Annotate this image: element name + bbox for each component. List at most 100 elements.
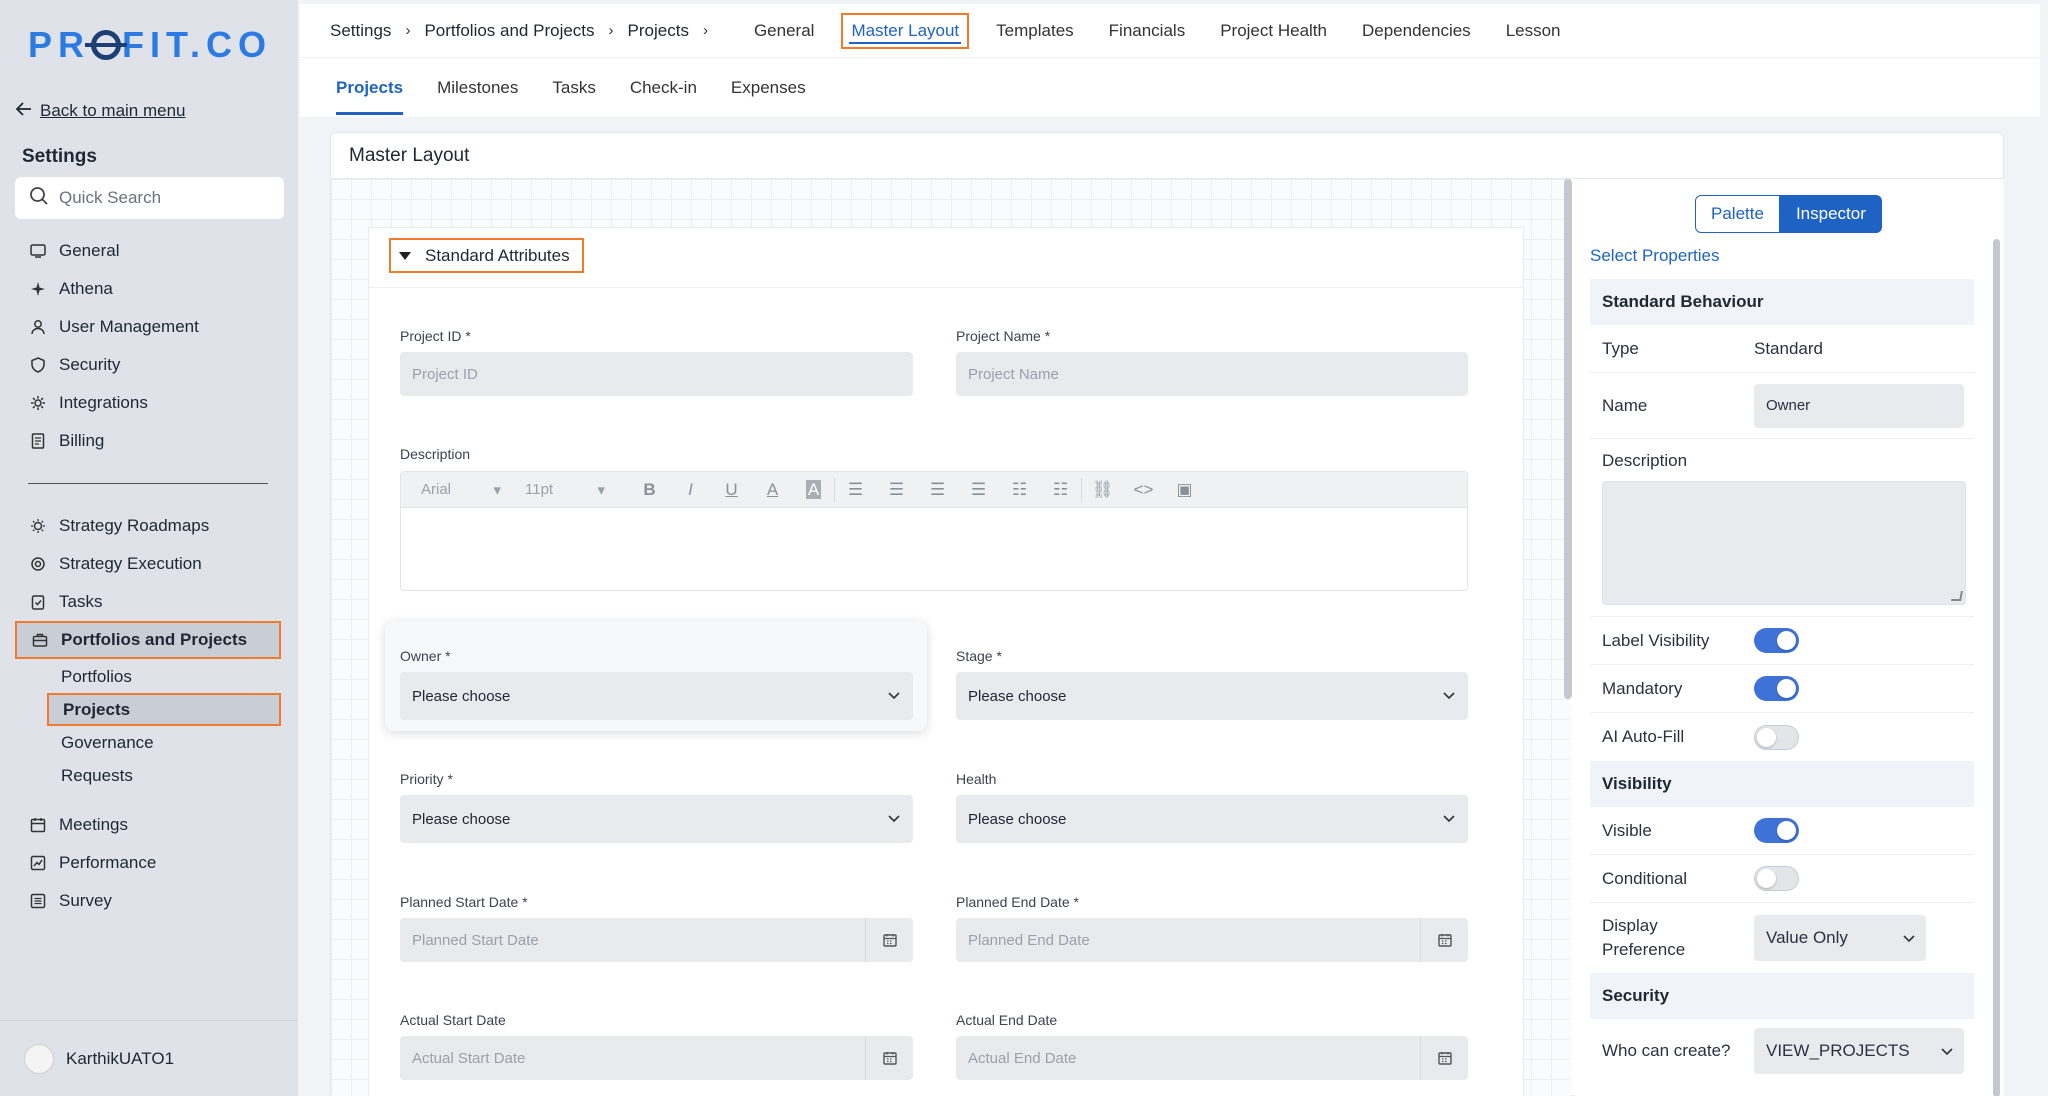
display-preference-value: Value Only	[1766, 928, 1848, 947]
calendar-icon[interactable]	[865, 1036, 913, 1080]
subtab-check-in[interactable]: Check-in	[630, 70, 697, 106]
planned-start-placeholder: Planned Start Date	[412, 931, 539, 949]
property-list: Standard Behaviour Type Standard Name Ow…	[1590, 279, 1974, 1083]
priority-select[interactable]: Please choose	[400, 795, 913, 843]
italic-icon[interactable]: I	[670, 480, 711, 500]
tab-master-layout[interactable]: Master Layout	[841, 12, 970, 49]
align-center-icon[interactable]: ☰	[876, 480, 917, 500]
calendar-icon[interactable]	[1420, 1036, 1468, 1080]
ai-autofill-toggle[interactable]	[1754, 724, 1799, 750]
nav-integrations[interactable]: Integrations	[15, 384, 281, 422]
align-right-icon[interactable]: ☰	[917, 480, 958, 500]
ai-autofill-row: AI Auto-Fill	[1590, 713, 1974, 761]
nav-strategy-roadmaps[interactable]: Strategy Roadmaps	[15, 507, 281, 545]
subnav-portfolios[interactable]: Portfolios	[47, 660, 281, 693]
subnav-governance[interactable]: Governance	[47, 726, 281, 759]
subtab-projects[interactable]: Projects	[336, 70, 404, 115]
name-input[interactable]: Owner	[1754, 383, 1964, 428]
conditional-row: Conditional	[1590, 855, 1974, 903]
nav-performance[interactable]: Performance	[15, 844, 281, 882]
description-textarea[interactable]	[1602, 480, 1966, 605]
ai-autofill-label: AI Auto-Fill	[1602, 727, 1685, 746]
tab-project-health[interactable]: Project Health	[1212, 15, 1335, 47]
nav-strategy-execution[interactable]: Strategy Execution	[15, 545, 281, 583]
actual-end-field[interactable]: Actual End Date	[956, 1036, 1468, 1080]
actual-start-field[interactable]: Actual Start Date	[400, 1036, 913, 1080]
stage-select[interactable]: Please choose	[956, 672, 1468, 720]
conditional-toggle[interactable]	[1754, 866, 1799, 891]
owner-label: Owner *	[400, 648, 451, 664]
breadcrumb: Settings › Portfolios and Projects › Pro…	[300, 21, 708, 41]
subtab-tasks[interactable]: Tasks	[552, 70, 595, 106]
breadcrumb-projects[interactable]: Projects	[628, 21, 689, 41]
mandatory-toggle[interactable]	[1754, 676, 1799, 701]
bullet-list-icon[interactable]: ☷	[999, 480, 1040, 500]
calendar-icon[interactable]	[865, 918, 913, 962]
text-color-icon[interactable]: A	[752, 480, 793, 500]
inspector-scrollbar[interactable]	[1993, 239, 2000, 1096]
label-visibility-row: Label Visibility	[1590, 617, 1974, 665]
calendar-icon[interactable]	[1420, 918, 1468, 962]
description-label: Description	[400, 446, 471, 462]
palette-button[interactable]: Palette	[1695, 195, 1780, 233]
tab-templates[interactable]: Templates	[988, 15, 1081, 47]
nav-survey[interactable]: Survey	[15, 882, 281, 920]
quick-search-input[interactable]: Quick Search	[15, 177, 284, 219]
subnav-projects[interactable]: Projects	[47, 693, 281, 726]
nav-athena[interactable]: Athena	[15, 270, 281, 308]
underline-icon[interactable]: U	[711, 480, 752, 500]
highlight-color-icon[interactable]: A	[793, 479, 834, 500]
subnav-requests[interactable]: Requests	[47, 759, 281, 792]
project-id-field[interactable]: Project ID	[400, 352, 913, 396]
numbered-list-icon[interactable]: ☷	[1040, 480, 1081, 500]
owner-select[interactable]: Please choose	[400, 672, 913, 720]
description-row: Description	[1590, 439, 1974, 617]
nav-tasks[interactable]: Tasks	[15, 583, 281, 621]
visible-toggle[interactable]	[1754, 818, 1799, 843]
user-profile[interactable]: KarthikUATO1	[0, 1020, 298, 1096]
breadcrumb-portfolios-and-projects[interactable]: Portfolios and Projects	[424, 21, 594, 41]
tab-dependencies[interactable]: Dependencies	[1354, 15, 1479, 47]
nav-label: Portfolios and Projects	[61, 630, 248, 649]
nav-meetings[interactable]: Meetings	[15, 806, 281, 844]
health-select[interactable]: Please choose	[956, 795, 1468, 843]
nav-label: Billing	[59, 431, 105, 450]
who-can-create-select[interactable]: VIEW_PROJECTS	[1754, 1028, 1964, 1074]
nav-portfolios-and-projects[interactable]: Portfolios and Projects	[15, 621, 281, 659]
subtab-milestones[interactable]: Milestones	[437, 70, 518, 106]
align-justify-icon[interactable]: ☰	[958, 480, 999, 500]
standard-attributes-toggle[interactable]: Standard Attributes	[389, 238, 584, 273]
font-family-select[interactable]: Arial ▾	[421, 481, 501, 499]
inspector-button[interactable]: Inspector	[1779, 195, 1882, 233]
bold-icon[interactable]: B	[629, 480, 670, 500]
planned-end-field[interactable]: Planned End Date	[956, 918, 1468, 962]
profitco-logo[interactable]: PR FIT.CO	[28, 24, 272, 66]
nav-security[interactable]: Security	[15, 346, 281, 384]
back-to-main-menu-link[interactable]: Back to main menu	[15, 101, 186, 121]
label-visibility-toggle[interactable]	[1754, 628, 1799, 653]
display-preference-label-line2: Preference	[1602, 940, 1686, 959]
stage-select-value: Please choose	[968, 687, 1067, 705]
actual-start-label: Actual Start Date	[400, 1012, 506, 1028]
tab-lesson[interactable]: Lesson	[1498, 15, 1569, 47]
image-icon[interactable]: ▣	[1164, 480, 1205, 500]
tab-general[interactable]: General	[746, 15, 822, 47]
nav-general[interactable]: General	[15, 232, 281, 270]
display-preference-select[interactable]: Value Only	[1754, 915, 1926, 961]
align-left-icon[interactable]: ☰	[835, 480, 876, 500]
chevron-down-icon	[1941, 1048, 1953, 1056]
subtab-expenses[interactable]: Expenses	[731, 70, 806, 106]
nav-user-management[interactable]: User Management	[15, 308, 281, 346]
project-name-field[interactable]: Project Name	[956, 352, 1468, 396]
link-icon[interactable]: ⛓	[1082, 480, 1123, 500]
tab-financials[interactable]: Financials	[1101, 15, 1194, 47]
code-icon[interactable]: <>	[1123, 480, 1164, 500]
nav-label: User Management	[59, 317, 199, 336]
nav-billing[interactable]: Billing	[15, 422, 281, 460]
planned-start-field[interactable]: Planned Start Date	[400, 918, 913, 962]
font-size-value: 11pt	[525, 481, 554, 498]
canvas-scrollbar[interactable]	[1564, 179, 1572, 699]
font-size-select[interactable]: 11pt ▾	[525, 481, 605, 499]
receipt-icon	[29, 432, 47, 450]
breadcrumb-settings[interactable]: Settings	[330, 21, 391, 41]
